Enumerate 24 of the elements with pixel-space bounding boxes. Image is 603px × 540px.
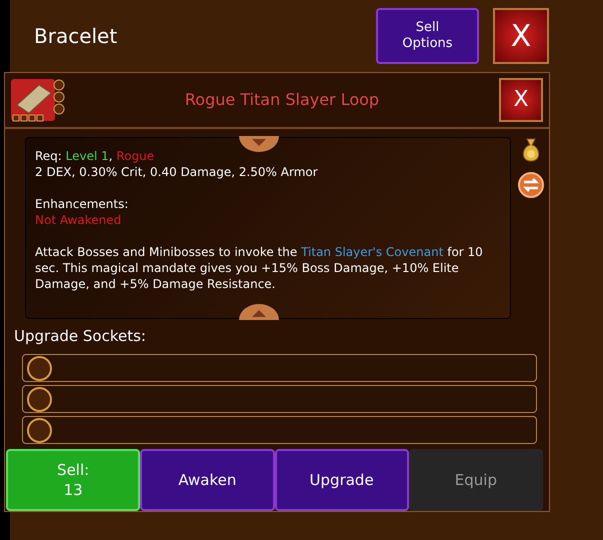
socket-icon [27,356,52,381]
close-button[interactable]: X [493,8,549,64]
socket-slot[interactable] [22,385,537,413]
stats-text: 2 DEX, 0.30% Crit, 0.40 Damage, 2.50% Armor [35,164,319,180]
socket-icon [27,418,52,443]
action-button[interactable]: Upgrade [274,449,409,511]
swap-icon[interactable] [517,170,545,198]
socket-icon [27,387,52,412]
socket-slot[interactable] [22,416,537,444]
sell-button[interactable]: Sell: 13 [6,449,140,511]
enhancements-label: Enhancements: [35,196,130,212]
action-button[interactable]: Awaken [140,449,274,511]
expand-tab-icon[interactable] [239,304,279,320]
collapse-tab-icon[interactable] [239,136,279,152]
enhancement-status: Not Awakened [35,212,122,228]
sockets-label: Upgrade Sockets: [14,326,147,346]
socket-slot[interactable] [22,354,537,382]
requirements-text: Req: Level 1, Rogue [35,148,156,164]
description-text: Attack Bosses and Minibosses to invoke the Titan Slayer's Covenant for 10 sec. This magical mandate gives you +15% Boss Damage, +10% Elite Damage, and +5% Damage Resistance. [35,244,484,292]
item-name: Rogue Titan Slayer Loop [184,88,380,111]
sell-options-button[interactable]: Sell Options [376,8,479,64]
panel-title: Bracelet [34,23,118,50]
money-bag-icon[interactable] [520,136,542,162]
close-button[interactable]: X [499,78,543,122]
